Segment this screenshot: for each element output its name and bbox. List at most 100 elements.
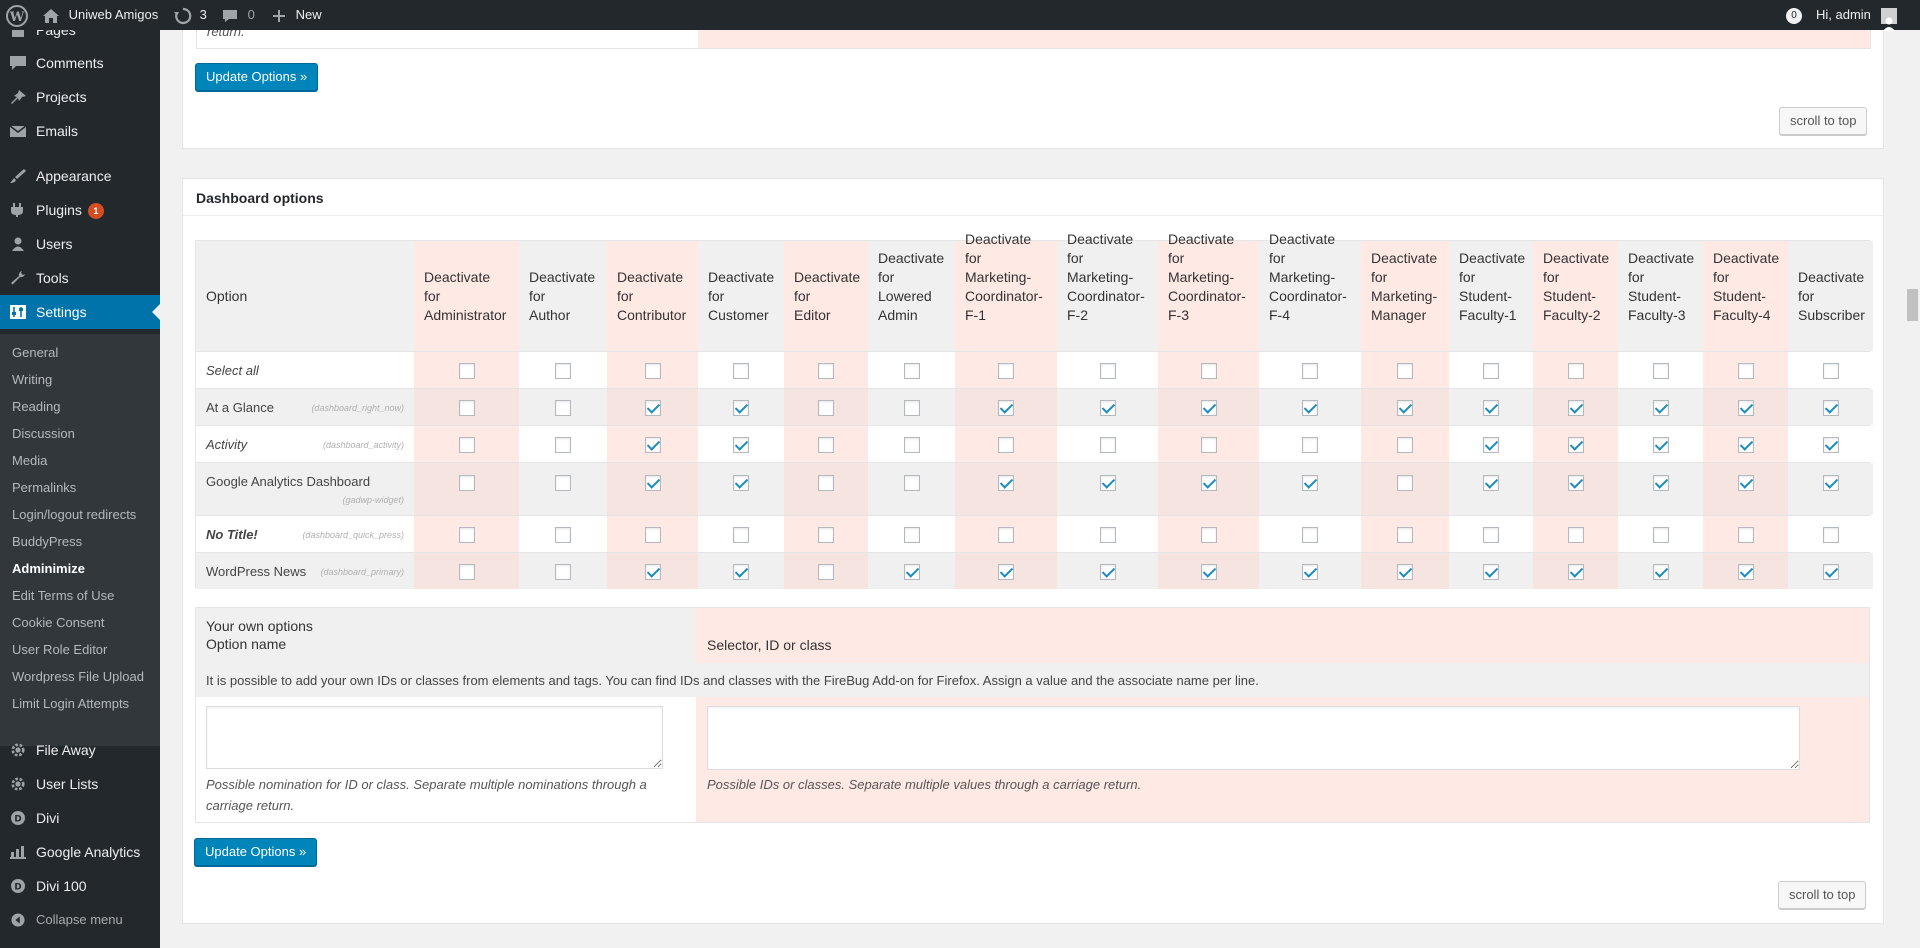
- deactivate-checkbox[interactable]: [459, 363, 475, 379]
- deactivate-checkbox[interactable]: [1823, 363, 1839, 379]
- deactivate-checkbox[interactable]: [1738, 564, 1754, 580]
- deactivate-checkbox[interactable]: [733, 564, 749, 580]
- deactivate-checkbox[interactable]: [1201, 564, 1217, 580]
- deactivate-checkbox[interactable]: [1100, 363, 1116, 379]
- deactivate-checkbox[interactable]: [1201, 363, 1217, 379]
- menu-item-emails[interactable]: Emails: [0, 114, 160, 148]
- deactivate-checkbox[interactable]: [1201, 400, 1217, 416]
- deactivate-checkbox[interactable]: [733, 437, 749, 453]
- submenu-item-media[interactable]: Media: [12, 447, 47, 474]
- deactivate-checkbox[interactable]: [818, 527, 834, 543]
- deactivate-checkbox[interactable]: [1568, 363, 1584, 379]
- deactivate-checkbox[interactable]: [555, 564, 571, 580]
- deactivate-checkbox[interactable]: [555, 400, 571, 416]
- deactivate-checkbox[interactable]: [998, 400, 1014, 416]
- deactivate-checkbox[interactable]: [818, 400, 834, 416]
- deactivate-checkbox[interactable]: [733, 475, 749, 491]
- deactivate-checkbox[interactable]: [1302, 475, 1318, 491]
- submenu-item-buddypress[interactable]: BuddyPress: [12, 528, 82, 555]
- deactivate-checkbox[interactable]: [904, 363, 920, 379]
- submenu-item-writing[interactable]: Writing: [12, 366, 52, 393]
- deactivate-checkbox[interactable]: [1653, 475, 1669, 491]
- updates-link[interactable]: 3: [174, 0, 207, 30]
- deactivate-checkbox[interactable]: [645, 475, 661, 491]
- deactivate-checkbox[interactable]: [1823, 437, 1839, 453]
- deactivate-checkbox[interactable]: [1653, 527, 1669, 543]
- deactivate-checkbox[interactable]: [1653, 363, 1669, 379]
- deactivate-checkbox[interactable]: [1483, 400, 1499, 416]
- deactivate-checkbox[interactable]: [1100, 475, 1116, 491]
- deactivate-checkbox[interactable]: [555, 437, 571, 453]
- deactivate-checkbox[interactable]: [1302, 437, 1318, 453]
- update-options-button-top[interactable]: Update Options »: [195, 63, 319, 91]
- deactivate-checkbox[interactable]: [1483, 363, 1499, 379]
- deactivate-checkbox[interactable]: [1302, 527, 1318, 543]
- deactivate-checkbox[interactable]: [1483, 527, 1499, 543]
- deactivate-checkbox[interactable]: [904, 475, 920, 491]
- deactivate-checkbox[interactable]: [1100, 400, 1116, 416]
- deactivate-checkbox[interactable]: [645, 363, 661, 379]
- deactivate-checkbox[interactable]: [1568, 437, 1584, 453]
- deactivate-checkbox[interactable]: [818, 564, 834, 580]
- deactivate-checkbox[interactable]: [1302, 363, 1318, 379]
- submenu-item-file-upload[interactable]: Wordpress File Upload: [12, 663, 144, 690]
- update-options-button[interactable]: Update Options »: [194, 838, 318, 866]
- deactivate-checkbox[interactable]: [733, 400, 749, 416]
- submenu-item-discussion[interactable]: Discussion: [12, 420, 75, 447]
- deactivate-checkbox[interactable]: [1397, 564, 1413, 580]
- deactivate-checkbox[interactable]: [1653, 437, 1669, 453]
- menu-item-divi[interactable]: D Divi: [0, 801, 160, 835]
- deactivate-checkbox[interactable]: [998, 527, 1014, 543]
- submenu-item-limit-login[interactable]: Limit Login Attempts: [12, 690, 129, 717]
- option-names-textarea[interactable]: [206, 706, 663, 769]
- menu-item-file-away[interactable]: File Away: [0, 733, 160, 767]
- submenu-item-edit-terms[interactable]: Edit Terms of Use: [12, 582, 114, 609]
- deactivate-checkbox[interactable]: [1397, 527, 1413, 543]
- menu-item-pages[interactable]: Pages: [0, 30, 160, 47]
- deactivate-checkbox[interactable]: [1397, 400, 1413, 416]
- deactivate-checkbox[interactable]: [1483, 437, 1499, 453]
- menu-item-tools[interactable]: Tools: [0, 261, 160, 295]
- deactivate-checkbox[interactable]: [645, 564, 661, 580]
- deactivate-checkbox[interactable]: [459, 400, 475, 416]
- selectors-textarea[interactable]: [707, 706, 1800, 770]
- deactivate-checkbox[interactable]: [1397, 437, 1413, 453]
- deactivate-checkbox[interactable]: [459, 437, 475, 453]
- site-name-link[interactable]: Uniweb Amigos: [42, 0, 158, 30]
- deactivate-checkbox[interactable]: [645, 400, 661, 416]
- deactivate-checkbox[interactable]: [904, 400, 920, 416]
- menu-item-plugins[interactable]: Plugins 1: [0, 193, 160, 227]
- comments-link[interactable]: 0: [222, 0, 255, 30]
- notifications-link[interactable]: 0: [1786, 0, 1802, 30]
- new-content-link[interactable]: New: [272, 0, 322, 30]
- scroll-to-top-button[interactable]: scroll to top: [1778, 881, 1867, 909]
- deactivate-checkbox[interactable]: [1823, 400, 1839, 416]
- deactivate-checkbox[interactable]: [998, 363, 1014, 379]
- deactivate-checkbox[interactable]: [555, 363, 571, 379]
- menu-item-divi-100[interactable]: D Divi 100: [0, 869, 160, 903]
- submenu-item-cookie-consent[interactable]: Cookie Consent: [12, 609, 105, 636]
- deactivate-checkbox[interactable]: [1738, 475, 1754, 491]
- menu-item-comments[interactable]: Comments: [0, 46, 160, 80]
- deactivate-checkbox[interactable]: [1568, 400, 1584, 416]
- deactivate-checkbox[interactable]: [998, 475, 1014, 491]
- deactivate-checkbox[interactable]: [818, 363, 834, 379]
- deactivate-checkbox[interactable]: [818, 475, 834, 491]
- deactivate-checkbox[interactable]: [1483, 564, 1499, 580]
- deactivate-checkbox[interactable]: [1201, 437, 1217, 453]
- menu-item-settings[interactable]: Settings: [0, 295, 160, 329]
- page-scrollbar[interactable]: [1903, 30, 1920, 948]
- deactivate-checkbox[interactable]: [1823, 564, 1839, 580]
- deactivate-checkbox[interactable]: [1302, 400, 1318, 416]
- page-scrollbar-thumb[interactable]: [1907, 289, 1918, 321]
- deactivate-checkbox[interactable]: [904, 437, 920, 453]
- deactivate-checkbox[interactable]: [1100, 564, 1116, 580]
- deactivate-checkbox[interactable]: [459, 564, 475, 580]
- deactivate-checkbox[interactable]: [1738, 363, 1754, 379]
- menu-item-user-lists[interactable]: User Lists: [0, 767, 160, 801]
- deactivate-checkbox[interactable]: [1397, 363, 1413, 379]
- menu-item-appearance[interactable]: Appearance: [0, 159, 160, 193]
- deactivate-checkbox[interactable]: [904, 527, 920, 543]
- deactivate-checkbox[interactable]: [645, 437, 661, 453]
- deactivate-checkbox[interactable]: [645, 527, 661, 543]
